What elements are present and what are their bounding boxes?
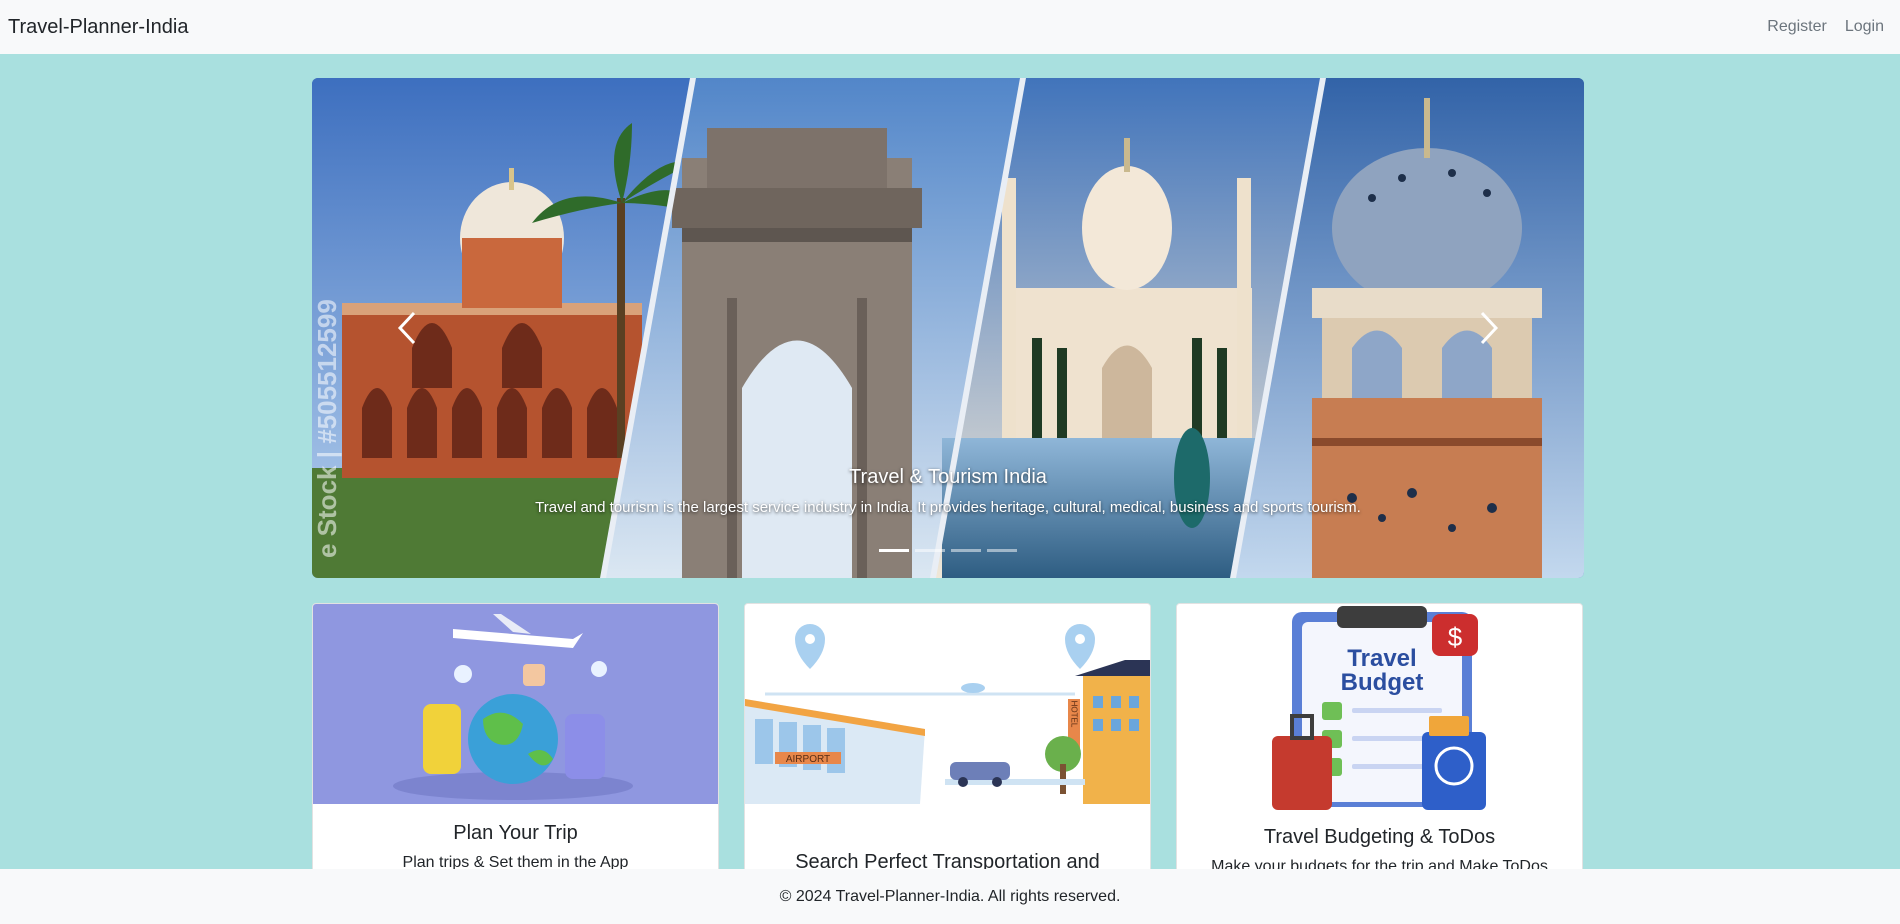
- brand-link[interactable]: Travel-Planner-India: [8, 16, 188, 39]
- card-budgeting[interactable]: Travel Budget $ Travel Budgeting & ToDos…: [1176, 603, 1583, 903]
- carousel-indicator-2[interactable]: [915, 549, 945, 552]
- chevron-left-icon: [397, 311, 416, 345]
- carousel-indicators: [312, 549, 1584, 552]
- nav-links: Register Login: [1767, 18, 1892, 36]
- hotel-sign: HOTEL: [1070, 701, 1079, 728]
- carousel-caption: Travel & Tourism India Travel and touris…: [312, 466, 1584, 516]
- budget-title-line1: Travel: [1347, 645, 1416, 672]
- svg-text:$: $: [1448, 622, 1463, 652]
- caption-text: Travel and tourism is the largest servic…: [535, 499, 1361, 516]
- caption-title: Travel & Tourism India: [849, 466, 1047, 488]
- card-title: Plan Your Trip: [453, 822, 578, 844]
- chevron-right-icon: [1480, 311, 1499, 345]
- navbar: Travel-Planner-India Register Login: [0, 0, 1900, 54]
- travel-budget-illustration: Travel Budget $: [1177, 604, 1582, 810]
- airport-sign: AIRPORT: [786, 754, 830, 765]
- card-transportation[interactable]: AIRPORT HOTEL Search Perfect Transportat…: [744, 603, 1151, 903]
- carousel-indicator-3[interactable]: [951, 549, 981, 552]
- carousel-indicator-1[interactable]: [879, 549, 909, 552]
- footer: © 2024 Travel-Planner-India. All rights …: [0, 869, 1900, 924]
- plan-trip-illustration: [313, 604, 718, 804]
- hero-carousel: e Stock | #505512599 Travel & Tourism In…: [312, 78, 1584, 578]
- transportation-illustration: AIRPORT HOTEL: [745, 604, 1150, 804]
- copyright-text: © 2024 Travel-Planner-India. All rights …: [779, 887, 1121, 905]
- budget-title-line2: Budget: [1341, 669, 1424, 696]
- stock-watermark: e Stock | #505512599: [312, 299, 342, 558]
- register-link[interactable]: Register: [1767, 18, 1827, 36]
- card-plan-trip[interactable]: Plan Your Trip Plan trips & Set them in …: [312, 603, 719, 903]
- carousel-indicator-4[interactable]: [987, 549, 1017, 552]
- card-title: Travel Budgeting & ToDos: [1263, 826, 1496, 848]
- login-link[interactable]: Login: [1845, 18, 1884, 36]
